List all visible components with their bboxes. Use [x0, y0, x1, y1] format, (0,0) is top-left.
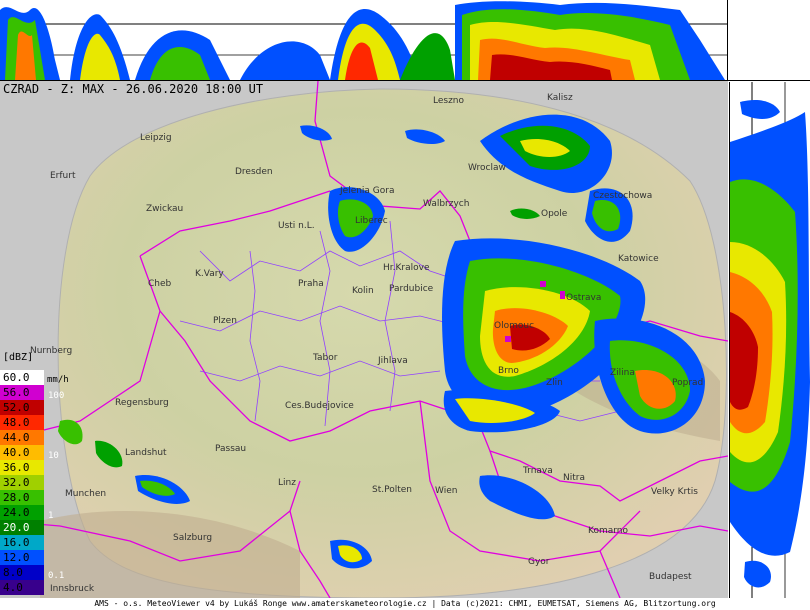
city-label: Gyor: [528, 557, 550, 567]
city-label: Komarno: [588, 526, 628, 536]
city-label: Wien: [435, 486, 458, 496]
city-label: Landshut: [125, 448, 167, 458]
map-title: CZRAD - Z: MAX - 26.06.2020 18:00 UT: [3, 82, 264, 96]
legend-swatch: 16.0: [0, 535, 44, 550]
city-label: Trnava: [523, 466, 553, 476]
city-label: Kalisz: [547, 93, 573, 103]
top-profile-panel: [0, 0, 727, 81]
city-label: Olomouc: [494, 321, 535, 331]
city-label: Liberec: [355, 216, 388, 226]
city-label: Cheb: [148, 279, 172, 289]
right-profile-graph: [730, 82, 810, 598]
city-label: Zilina: [610, 368, 635, 378]
city-label: Brno: [498, 366, 519, 376]
legend-rate-label: 1: [48, 511, 54, 521]
right-profile-panel: [729, 82, 810, 598]
city-label: Praha: [298, 279, 324, 289]
city-label: Erfurt: [50, 171, 76, 181]
legend-rate-label: 10: [48, 451, 59, 461]
city-label: Hr.Kralove: [383, 263, 430, 273]
legend-swatch: 48.0: [0, 415, 44, 430]
legend-unit: [dBZ]: [3, 352, 34, 363]
city-label: K.Vary: [195, 269, 224, 279]
legend-swatch: 44.0: [0, 430, 44, 445]
city-label: Budapest: [649, 572, 692, 582]
legend-rate-label: 0.1: [48, 571, 65, 581]
city-label: Usti n.L.: [278, 221, 315, 231]
city-label: Katowice: [618, 254, 659, 264]
city-label: Pardubice: [389, 284, 434, 294]
legend-swatch: 4.0: [0, 580, 44, 595]
city-label: St.Polten: [372, 485, 412, 495]
radar-map[interactable]: Leszno Kalisz Leipzig Wroclaw Erfurt Dre…: [0, 81, 728, 598]
city-label: Linz: [278, 478, 296, 488]
legend-swatch: 12.0: [0, 550, 44, 565]
city-label: Czestochowa: [593, 191, 653, 201]
attribution-footer: AMS - o.s. MeteoViewer v4 by Lukáš Ronge…: [0, 598, 810, 610]
legend-swatch: 8.0: [0, 565, 44, 580]
legend-swatch: 28.0: [0, 490, 44, 505]
city-label: Jelenia Gora: [340, 186, 395, 196]
city-label: Ostrava: [566, 293, 602, 303]
city-label: Opole: [541, 209, 568, 219]
city-label: Velky Krtis: [651, 487, 698, 497]
city-label: Zwickau: [146, 204, 184, 214]
legend-rate-unit: mm/h: [47, 375, 69, 385]
legend-rate-label: 100: [48, 391, 65, 401]
legend-swatch: 32.0: [0, 475, 44, 490]
city-label: Ces.Budejovice: [285, 401, 354, 411]
city-label: Poprad: [672, 378, 704, 388]
legend-swatch: 24.0: [0, 505, 44, 520]
legend-swatch: 40.0: [0, 445, 44, 460]
city-label: Zlin: [546, 378, 563, 388]
corner-panel: [727, 0, 810, 81]
top-profile-graph: [0, 1, 727, 81]
legend-swatch: 36.0: [0, 460, 44, 475]
city-label: Leipzig: [140, 133, 172, 143]
city-label: Tabor: [313, 353, 338, 363]
city-label: Walbrzych: [423, 199, 470, 209]
city-label: Kolin: [352, 286, 374, 296]
legend-swatch: 20.0: [0, 520, 44, 535]
city-label: Jihlava: [378, 356, 408, 366]
city-label: Munchen: [65, 489, 107, 499]
city-label: Salzburg: [173, 533, 213, 543]
city-label: Regensburg: [115, 398, 169, 408]
legend-swatch: 52.0: [0, 400, 44, 415]
city-label: Innsbruck: [50, 584, 95, 594]
city-label: Plzen: [213, 316, 237, 326]
city-label: Leszno: [433, 96, 465, 106]
legend-swatch: 60.0: [0, 370, 44, 385]
city-label: Wroclaw: [468, 163, 506, 173]
map-canvas: [0, 81, 728, 598]
legend-swatch: 56.0: [0, 385, 44, 400]
city-label: Dresden: [235, 167, 273, 177]
city-label: Nurnberg: [30, 346, 73, 356]
city-label: Passau: [215, 444, 247, 454]
radar-viewer: Leszno Kalisz Leipzig Wroclaw Erfurt Dre…: [0, 0, 810, 610]
city-label: Nitra: [563, 473, 585, 483]
